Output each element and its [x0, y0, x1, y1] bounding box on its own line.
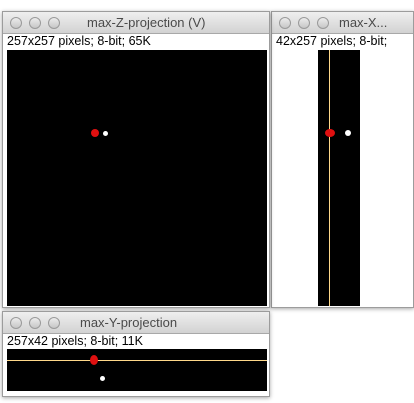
red-marker — [90, 355, 98, 365]
minimize-button[interactable] — [298, 17, 310, 29]
minimize-button[interactable] — [29, 17, 41, 29]
crosshair-horizontal-line — [7, 360, 267, 361]
image-info: 257x257 pixels; 8-bit; 65K — [7, 34, 151, 48]
z-projection-canvas[interactable] — [7, 50, 267, 306]
close-button[interactable] — [10, 17, 22, 29]
z-projection-window[interactable]: max-Z-projection (V) 257x257 pixels; 8-b… — [2, 11, 270, 308]
y-projection-canvas[interactable] — [7, 349, 267, 391]
x-projection-window[interactable]: max-X... 42x257 pixels; 8-bit; — [271, 11, 414, 308]
close-button[interactable] — [279, 17, 291, 29]
zoom-button[interactable] — [317, 17, 329, 29]
white-marker — [103, 131, 108, 136]
image-info: 42x257 pixels; 8-bit; — [276, 34, 388, 48]
zoom-button[interactable] — [48, 317, 60, 329]
y-projection-titlebar[interactable]: max-Y-projection — [3, 312, 269, 334]
image-info: 257x42 pixels; 8-bit; 11K — [7, 334, 143, 348]
window-title: max-Y-projection — [80, 315, 178, 330]
x-projection-titlebar[interactable]: max-X... — [272, 12, 413, 34]
z-projection-titlebar[interactable]: max-Z-projection (V) — [3, 12, 269, 34]
close-button[interactable] — [10, 317, 22, 329]
white-marker — [345, 130, 351, 136]
red-marker — [325, 129, 335, 137]
y-projection-window[interactable]: max-Y-projection 257x42 pixels; 8-bit; 1… — [2, 311, 270, 397]
white-marker — [100, 376, 105, 381]
minimize-button[interactable] — [29, 317, 41, 329]
crosshair-vertical-line — [329, 50, 330, 306]
zoom-button[interactable] — [48, 17, 60, 29]
x-projection-canvas[interactable] — [318, 50, 360, 306]
red-marker — [91, 129, 99, 137]
window-title: max-Z-projection (V) — [87, 15, 206, 30]
window-title: max-X... — [339, 15, 388, 30]
